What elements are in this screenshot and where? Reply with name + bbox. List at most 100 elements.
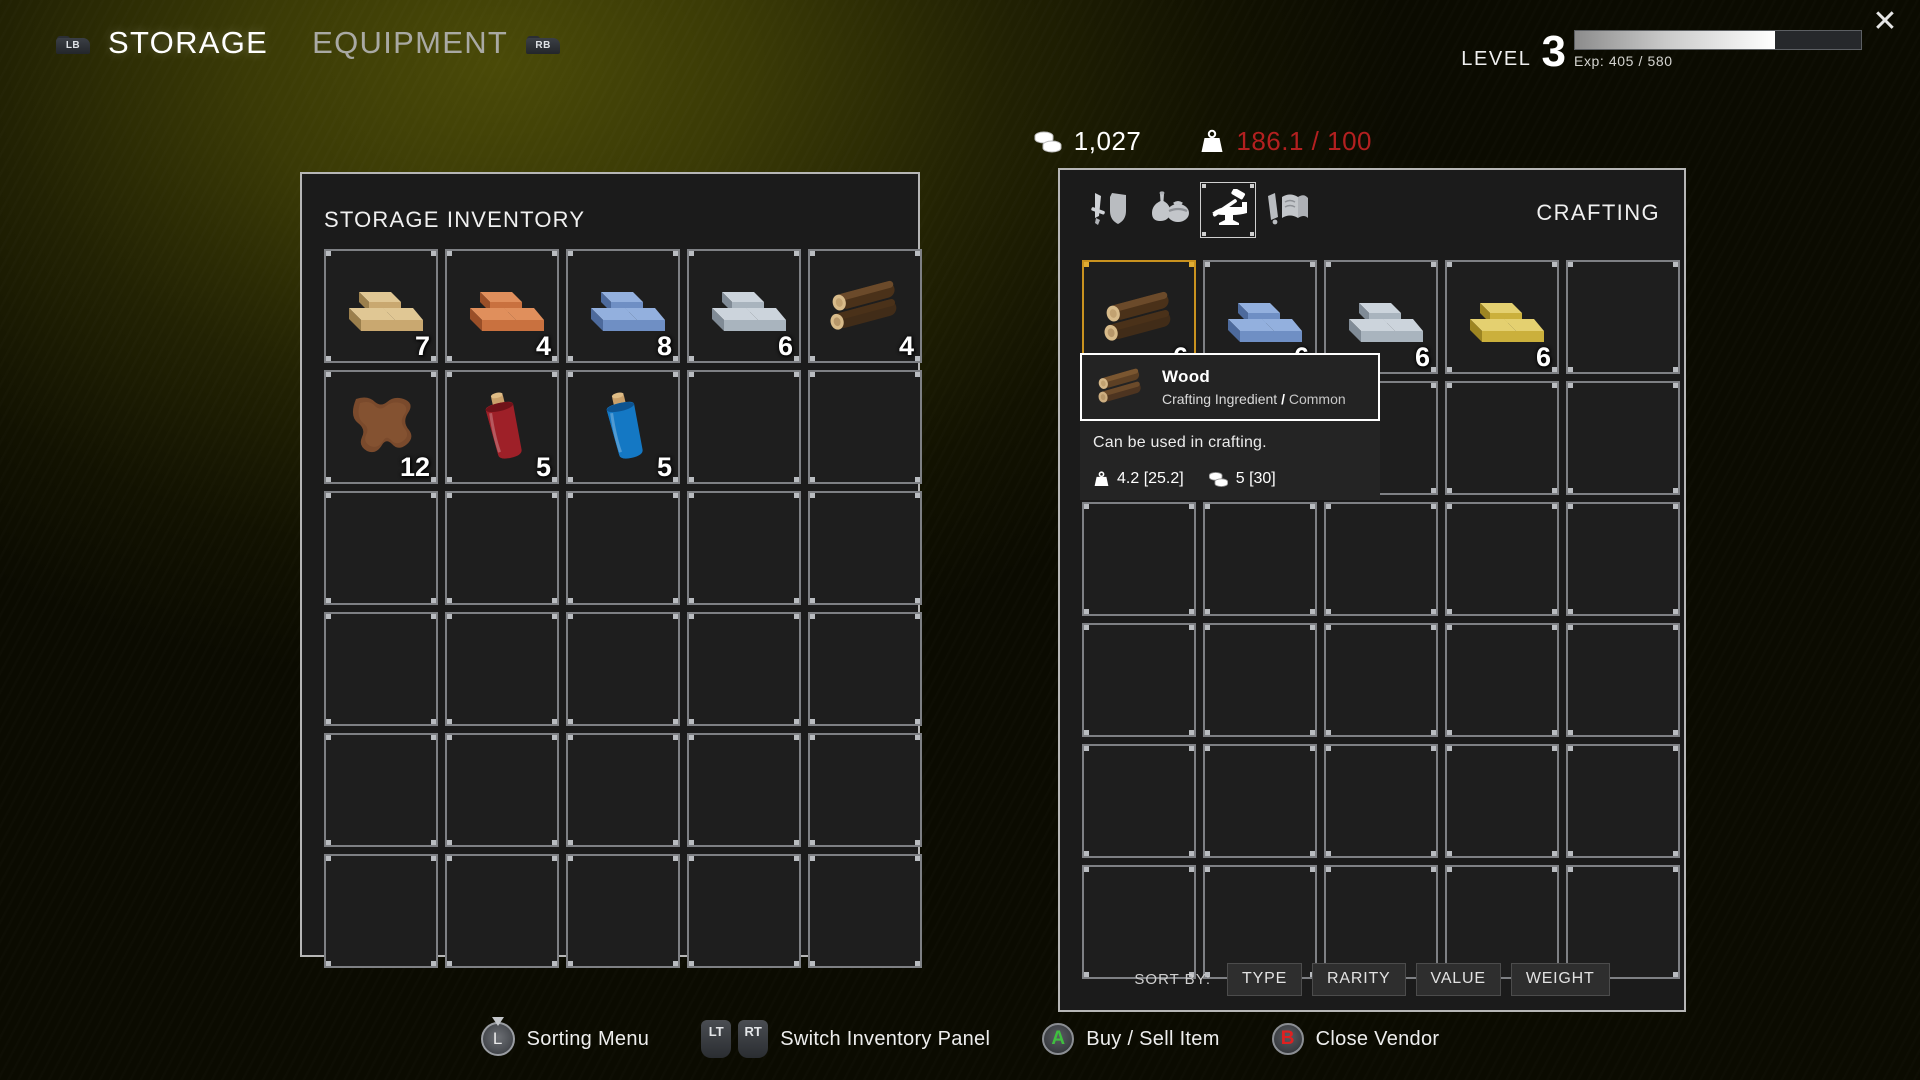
inventory-slot-empty[interactable] bbox=[687, 612, 801, 726]
tab-weapons[interactable] bbox=[1082, 182, 1138, 238]
inventory-slot-empty[interactable] bbox=[687, 491, 801, 605]
sort-button-weight[interactable]: WEIGHT bbox=[1510, 963, 1610, 996]
inventory-slot-empty[interactable] bbox=[445, 854, 559, 968]
inventory-slot-empty[interactable] bbox=[566, 612, 680, 726]
inventory-slot-empty[interactable] bbox=[1566, 623, 1680, 737]
control-hints-bar: L Sorting Menu LT RT Switch Inventory Pan… bbox=[0, 1017, 1920, 1058]
item-quantity: 7 bbox=[414, 331, 430, 361]
inventory-slot-empty[interactable] bbox=[1082, 744, 1196, 858]
inventory-slot-empty[interactable] bbox=[1445, 623, 1559, 737]
weight-icon bbox=[1201, 129, 1223, 152]
inventory-slot-copper-ingot[interactable]: 4 bbox=[445, 249, 559, 363]
inventory-slot-empty[interactable] bbox=[1082, 865, 1196, 979]
tooltip-weight-stat: 4.2 [25.2] bbox=[1093, 470, 1184, 488]
tab-bar: LB STORAGE EQUIPMENT RB bbox=[56, 25, 578, 61]
rt-trigger-icon[interactable]: RT bbox=[738, 1020, 769, 1058]
inventory-slot-empty[interactable] bbox=[687, 854, 801, 968]
control-hint: B Close Vendor bbox=[1271, 1023, 1440, 1055]
inventory-slot-empty[interactable] bbox=[1566, 865, 1680, 979]
inventory-slot-empty[interactable] bbox=[445, 491, 559, 605]
inventory-slot-empty[interactable] bbox=[1082, 623, 1196, 737]
sort-button-value[interactable]: VALUE bbox=[1415, 963, 1501, 996]
inventory-slot-empty[interactable] bbox=[1445, 502, 1559, 616]
control-hint-label: Buy / Sell Item bbox=[1086, 1027, 1220, 1050]
a-button-icon[interactable]: A bbox=[1042, 1023, 1075, 1055]
sort-button-type[interactable]: TYPE bbox=[1227, 963, 1303, 996]
inventory-slot-wood-logs[interactable]: 4 bbox=[808, 249, 922, 363]
item-quantity: 6 bbox=[1414, 342, 1430, 372]
weight-icon bbox=[1094, 470, 1109, 486]
weight-group: 186.1 / 100 bbox=[1199, 126, 1372, 157]
sort-by-label: SORT BY: bbox=[1134, 971, 1212, 988]
inventory-slot-empty[interactable] bbox=[1203, 502, 1317, 616]
tab-books[interactable] bbox=[1259, 182, 1315, 238]
exp-text: Exp: 405 / 580 bbox=[1574, 53, 1673, 69]
lt-trigger-icon[interactable]: LT bbox=[701, 1020, 732, 1058]
bumper-rb-icon: RB bbox=[526, 33, 561, 54]
inventory-slot-empty[interactable] bbox=[808, 370, 922, 484]
left-stick-icon[interactable]: L bbox=[480, 1017, 515, 1056]
inventory-slot-empty[interactable] bbox=[1445, 381, 1559, 495]
item-quantity: 6 bbox=[1535, 342, 1551, 372]
item-quantity: 4 bbox=[898, 331, 914, 361]
inventory-slot-empty[interactable] bbox=[566, 491, 680, 605]
inventory-slot-cobalt-ingot[interactable]: 8 bbox=[566, 249, 680, 363]
inventory-slot-empty[interactable] bbox=[1082, 502, 1196, 616]
inventory-slot-empty[interactable] bbox=[324, 854, 438, 968]
inventory-slot-empty[interactable] bbox=[445, 733, 559, 847]
inventory-slot-empty[interactable] bbox=[808, 491, 922, 605]
inventory-slot-empty[interactable] bbox=[1324, 502, 1438, 616]
b-button-icon[interactable]: B bbox=[1271, 1023, 1304, 1055]
inventory-slot-leather-hide[interactable]: 12 bbox=[324, 370, 438, 484]
inventory-slot-empty[interactable] bbox=[324, 733, 438, 847]
inventory-slot-empty[interactable] bbox=[1203, 865, 1317, 979]
tooltip-item-subtitle: Crafting Ingredient / Common bbox=[1162, 391, 1346, 407]
tooltip-item-type: Crafting Ingredient bbox=[1162, 391, 1278, 407]
inventory-slot-empty[interactable] bbox=[1566, 744, 1680, 858]
player-stats-row: 1,027 186.1 / 100 bbox=[1033, 126, 1372, 157]
inventory-slot-empty[interactable] bbox=[1566, 502, 1680, 616]
inventory-slot-empty[interactable] bbox=[566, 733, 680, 847]
tab-storage[interactable]: STORAGE bbox=[108, 25, 268, 61]
book-scroll-icon bbox=[1265, 189, 1309, 232]
inventory-slot-bronze-ingot[interactable]: 7 bbox=[324, 249, 438, 363]
inventory-slot-empty[interactable] bbox=[808, 733, 922, 847]
tab-crafting[interactable] bbox=[1200, 182, 1256, 238]
inventory-slot-empty[interactable] bbox=[1324, 744, 1438, 858]
inventory-slot-empty[interactable] bbox=[1566, 260, 1680, 374]
coins-icon bbox=[1208, 471, 1228, 487]
inventory-slot-empty[interactable] bbox=[1203, 623, 1317, 737]
tab-equipment[interactable]: EQUIPMENT bbox=[312, 25, 508, 61]
inventory-slot-empty[interactable] bbox=[1324, 865, 1438, 979]
inventory-slot-empty[interactable] bbox=[687, 733, 801, 847]
item-quantity: 5 bbox=[656, 452, 672, 482]
inventory-slot-silver-ingot[interactable]: 6 bbox=[687, 249, 801, 363]
close-icon[interactable]: ✕ bbox=[1868, 5, 1902, 39]
inventory-slot-empty[interactable] bbox=[324, 491, 438, 605]
sort-button-rarity[interactable]: RARITY bbox=[1312, 963, 1406, 996]
exp-bar bbox=[1574, 30, 1862, 50]
inventory-slot-empty[interactable] bbox=[808, 612, 922, 726]
inventory-slot-empty[interactable] bbox=[687, 370, 801, 484]
level-block: LEVEL 3 Exp: 405 / 580 bbox=[1461, 30, 1862, 74]
inventory-slot-empty[interactable] bbox=[1566, 381, 1680, 495]
bumper-lb-icon: LB bbox=[56, 33, 90, 54]
tooltip-header: Wood Crafting Ingredient / Common bbox=[1080, 353, 1380, 421]
tab-consumables[interactable] bbox=[1141, 182, 1197, 238]
inventory-slot-red-potion[interactable]: 5 bbox=[445, 370, 559, 484]
currency-group: 1,027 bbox=[1033, 126, 1142, 157]
inventory-slot-gold-ingot[interactable]: 6 bbox=[1445, 260, 1559, 374]
inventory-slot-empty[interactable] bbox=[1445, 865, 1559, 979]
inventory-slot-empty[interactable] bbox=[566, 854, 680, 968]
item-quantity: 6 bbox=[777, 331, 793, 361]
inventory-slot-blue-potion[interactable]: 5 bbox=[566, 370, 680, 484]
inventory-slot-empty[interactable] bbox=[808, 854, 922, 968]
inventory-slot-empty[interactable] bbox=[1324, 623, 1438, 737]
crafting-panel: CRAFTING 6 6 SORT BY: TYPE RARITY VALUE … bbox=[1058, 168, 1686, 1012]
inventory-slot-empty[interactable] bbox=[1445, 744, 1559, 858]
inventory-slot-empty[interactable] bbox=[324, 612, 438, 726]
inventory-slot-empty[interactable] bbox=[445, 612, 559, 726]
bumper-lb-label: LB bbox=[65, 39, 81, 51]
storage-inventory-panel: STORAGE INVENTORY 7 4 8 6 4 12 5 5 bbox=[300, 172, 922, 968]
inventory-slot-empty[interactable] bbox=[1203, 744, 1317, 858]
